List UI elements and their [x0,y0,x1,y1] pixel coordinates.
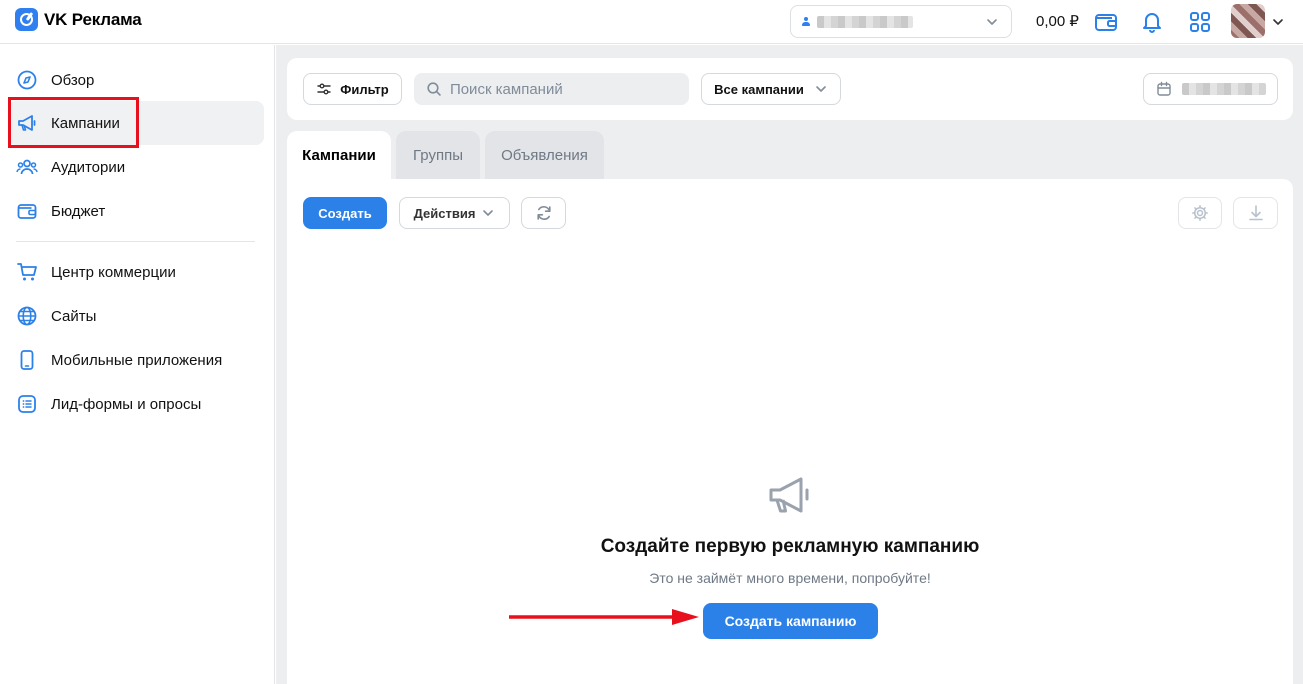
actions-dropdown[interactable]: Действия [399,197,510,229]
sidebar-item-budget[interactable]: Бюджет [8,189,264,233]
actions-dropdown-label: Действия [413,205,476,221]
tab-label: Объявления [501,146,588,164]
users-icon [16,156,38,178]
sidebar-item-overview[interactable]: Обзор [8,58,264,102]
gear-icon [1192,205,1208,221]
sidebar-divider [16,241,255,242]
search-box[interactable] [414,73,689,105]
sidebar-item-commerce-center[interactable]: Центр коммерции [8,250,264,294]
refresh-button[interactable] [521,197,566,229]
vk-ads-logo-icon [15,8,38,31]
logo-text: VK Реклама [44,9,142,29]
sidebar-item-label: Лид-формы и опросы [51,395,202,413]
wallet-icon [16,200,38,222]
logo[interactable]: VK Реклама [15,8,142,31]
phone-icon [16,349,38,371]
wallet-icon[interactable] [1093,9,1119,35]
compass-icon [16,69,38,91]
sidebar-item-label: Обзор [51,71,95,89]
search-icon [427,82,441,96]
filter-button[interactable]: Фильтр [303,73,402,105]
sidebar-item-label: Мобильные приложения [51,351,223,369]
bell-icon[interactable] [1139,9,1165,35]
campaign-status-select-label: Все кампании [714,81,804,97]
campaign-status-select[interactable]: Все кампании [701,73,841,105]
tab-campaigns[interactable]: Кампании [287,131,391,179]
chevron-down-icon [816,86,826,92]
account-name-redacted [817,15,913,28]
settings-button[interactable] [1178,197,1222,229]
globe-icon [16,305,38,327]
cart-icon [16,261,38,283]
filter-button-label: Фильтр [340,81,389,97]
chevron-down-icon[interactable] [1271,15,1285,29]
sidebar-item-sites[interactable]: Сайты [8,294,264,338]
download-button[interactable] [1233,197,1278,229]
empty-state-title: Создайте первую рекламную кампанию [600,536,980,557]
megaphone-icon [769,477,809,513]
tab-ads[interactable]: Объявления [485,131,604,179]
calendar-icon [1157,81,1171,96]
filter-bar: Фильтр Все кампании [287,58,1293,120]
chevron-down-icon [987,19,997,25]
sidebar-item-label: Сайты [51,307,97,325]
create-button-label: Создать [318,205,372,221]
sidebar-item-label: Аудитории [51,158,126,176]
highlight-box [8,97,139,148]
arrow-annotation-icon [509,609,699,625]
account-select[interactable] [790,5,1012,38]
tab-groups[interactable]: Группы [396,131,480,179]
balance-value[interactable]: 0,00 ₽ [1036,12,1079,30]
search-input[interactable] [449,80,689,98]
sidebar-item-lead-forms[interactable]: Лид-формы и опросы [8,382,264,426]
apps-grid-icon[interactable] [1187,9,1213,35]
top-header: VK Реклама 0,00 ₽ [0,0,1303,44]
avatar[interactable] [1231,4,1265,38]
download-icon [1248,205,1263,221]
date-range-redacted [1182,83,1266,95]
campaigns-panel: Создать Действия Создайте первую рекламн… [287,179,1293,684]
empty-state-subtitle: Это не займёт много времени, попробуйте! [649,570,931,586]
sidebar-item-label: Бюджет [51,202,106,220]
tab-label: Кампании [302,146,376,164]
sidebar-item-label: Центр коммерции [51,263,176,281]
refresh-icon [536,206,551,220]
sliders-icon [317,83,331,95]
create-button[interactable]: Создать [303,197,387,229]
date-range-picker[interactable] [1143,73,1278,105]
chevron-down-icon [483,210,494,216]
sidebar-item-mobile-apps[interactable]: Мобильные приложения [8,338,264,382]
tab-label: Группы [413,146,463,164]
main-content: Фильтр Все кампании Кампании Группы Объя… [276,45,1303,684]
list-form-icon [16,393,38,415]
user-icon [801,16,811,27]
create-campaign-button[interactable]: Создать кампанию [703,603,878,639]
create-campaign-button-label: Создать кампанию [724,613,857,629]
sidebar-item-audiences[interactable]: Аудитории [8,145,264,189]
